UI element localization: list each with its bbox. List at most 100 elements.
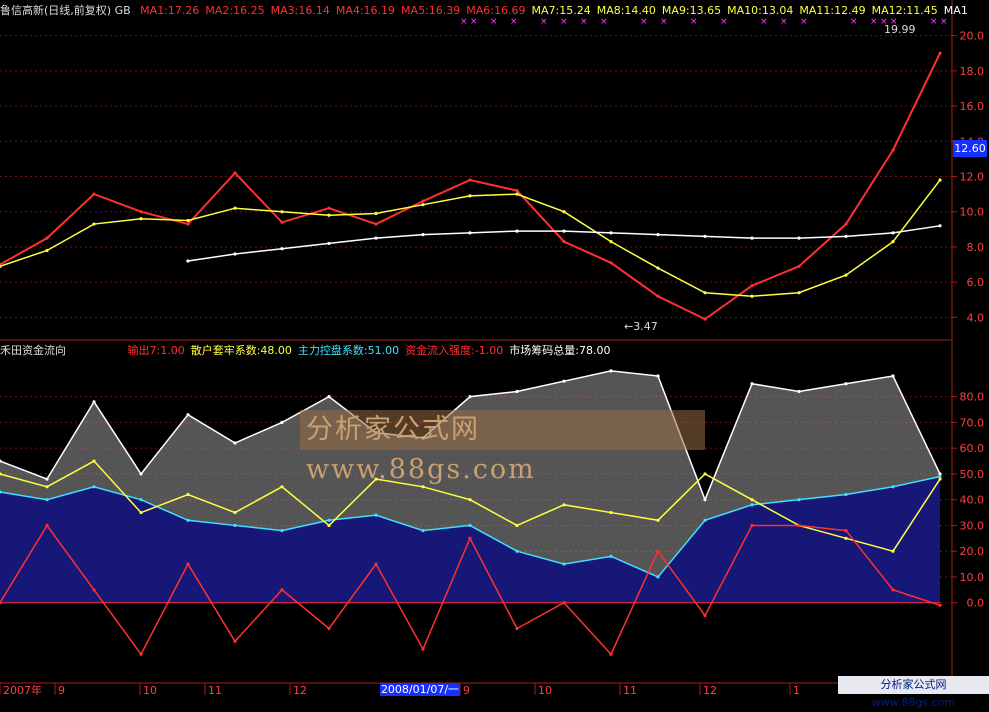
data-point-0-0-2	[92, 192, 96, 196]
date-label-8: 11	[623, 684, 637, 695]
ma-label-2: MA2:16.25	[205, 4, 265, 17]
data-point-0-2-11	[515, 229, 519, 233]
ma-label-6: MA6:16.69	[466, 4, 526, 17]
sell-marker-20: ×	[940, 17, 948, 27]
data-point-0-2-4	[186, 259, 190, 263]
high-price-marker: 19.99	[884, 23, 916, 36]
data-point-0-2-18	[844, 234, 848, 238]
ma-label-4: MA4:16.19	[335, 4, 396, 17]
ytick-label-1-3: 30.0	[960, 519, 985, 532]
ma-legend: MA1:17.26 MA2:16.25 MA3:16.14 MA4:16.19 MA5:…	[134, 4, 968, 17]
data-point-0-1-20	[938, 178, 942, 182]
sell-marker-8: ×	[640, 17, 648, 27]
ytick-label-1-5: 50.0	[960, 468, 985, 481]
flow-label-1: 输出7:1.00	[127, 344, 185, 357]
date-label-9: 12	[703, 684, 717, 695]
data-point-1-3-7	[327, 626, 331, 631]
data-point-0-2-14	[656, 233, 660, 237]
data-point-1-0-14	[656, 374, 660, 378]
data-point-1-1-14	[656, 575, 660, 579]
data-point-1-1-19	[891, 485, 895, 489]
data-point-1-0-6	[280, 420, 284, 424]
data-point-1-1-1	[45, 498, 49, 502]
data-point-1-1-17	[797, 498, 801, 502]
sell-marker-5: ×	[560, 17, 568, 27]
data-point-0-1-6	[280, 210, 284, 214]
sell-marker-7: ×	[600, 17, 608, 27]
data-point-0-0-12	[562, 240, 566, 244]
ma-label-1: MA1:17.26	[140, 4, 200, 17]
date-label-10: 1	[793, 684, 800, 695]
ytick-label-0-6: 16.0	[960, 100, 985, 113]
data-point-0-1-1	[45, 248, 49, 253]
data-point-1-2-3	[139, 510, 143, 515]
data-point-0-1-4	[186, 218, 190, 223]
date-label-6: 9	[463, 684, 470, 695]
site-badge[interactable]: 分析家公式网 www.88gs.com	[838, 676, 989, 709]
data-point-1-3-3	[139, 652, 143, 656]
data-point-1-0-17	[797, 389, 801, 394]
date-label-4: 12	[293, 684, 307, 695]
data-point-1-0-3	[139, 472, 143, 476]
ytick-label-1-8: 80.0	[960, 391, 985, 404]
data-point-1-1-13	[609, 554, 613, 558]
ytick-label-0-8: 20.0	[960, 30, 985, 43]
data-point-0-0-20	[938, 51, 942, 55]
ytick-label-1-7: 70.0	[960, 416, 985, 429]
data-point-0-1-7	[327, 213, 331, 217]
ytick-label-1-1: 10.0	[960, 571, 985, 584]
ma-label-7: MA7:15.24	[531, 4, 591, 17]
data-point-1-2-19	[891, 549, 895, 553]
data-point-0-0-19	[891, 148, 895, 152]
data-point-0-2-20	[938, 224, 942, 228]
data-point-1-3-9	[421, 647, 425, 651]
sell-marker-3: ×	[510, 17, 518, 27]
data-point-0-1-5	[233, 206, 237, 210]
data-point-1-2-5	[233, 510, 237, 515]
data-point-0-0-7	[327, 206, 331, 210]
data-point-1-3-4	[186, 562, 190, 566]
data-point-0-0-8	[374, 222, 378, 226]
current-price-tag: 12.60	[953, 140, 987, 157]
data-point-1-1-4	[186, 518, 190, 522]
data-point-0-1-15	[703, 291, 707, 295]
data-point-1-0-4	[186, 413, 190, 417]
data-point-1-3-19	[891, 588, 895, 592]
flow-label-3: 主力控盘系数:51.00	[297, 344, 400, 357]
data-point-1-0-12	[562, 379, 566, 383]
data-point-1-3-8	[374, 562, 378, 566]
date-label-7: 10	[538, 684, 552, 695]
data-point-0-1-14	[656, 266, 660, 270]
ytick-label-0-4: 12.0	[960, 171, 985, 184]
data-point-0-0-18	[844, 222, 848, 226]
sell-marker-14: ×	[800, 17, 808, 27]
data-point-1-2-15	[703, 472, 707, 476]
sell-marker-6: ×	[580, 17, 588, 27]
sell-marker-16: ×	[870, 17, 878, 27]
data-point-0-0-11	[515, 188, 519, 193]
data-point-1-3-20	[938, 603, 942, 607]
ytick-label-0-0: 4.0	[967, 311, 985, 324]
sell-marker-1: ×	[470, 17, 478, 27]
price-panel-header: 鲁信高新(日线,前复权) GB MA1:17.26 MA2:16.25 MA3:16…	[0, 4, 968, 18]
data-point-0-1-3	[139, 217, 143, 221]
series-line-0-0	[0, 52, 941, 321]
data-point-1-0-10	[468, 395, 472, 399]
data-point-1-3-5	[233, 639, 237, 643]
data-point-1-2-1	[45, 485, 49, 489]
data-point-1-3-12	[562, 601, 566, 605]
data-point-0-2-10	[468, 231, 472, 235]
data-point-1-0-16	[750, 382, 754, 386]
data-point-1-1-5	[233, 523, 237, 528]
data-point-1-1-2	[92, 485, 96, 489]
data-point-1-3-6	[280, 588, 284, 592]
data-point-0-2-12	[562, 229, 566, 233]
ytick-label-1-6: 60.0	[960, 442, 985, 455]
sell-marker-9: ×	[660, 17, 668, 27]
sell-marker-13: ×	[780, 17, 788, 27]
data-point-1-1-7	[327, 518, 331, 522]
data-point-1-3-13	[609, 652, 613, 656]
data-point-0-0-3	[139, 210, 143, 214]
data-point-0-1-17	[797, 291, 801, 295]
data-point-1-1-16	[750, 503, 754, 507]
